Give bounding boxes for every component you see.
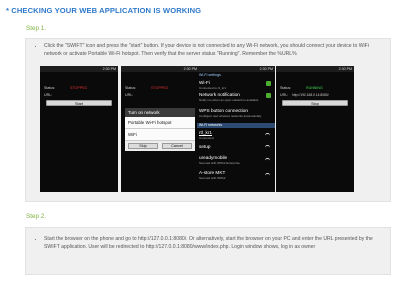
network-item[interactable]: A-store MKT Secured with WPA2 [199,170,273,180]
start-button[interactable]: Start [46,100,112,106]
dialog-title: Turn on network [125,108,195,117]
page-title: * CHECKING YOUR WEB APPLICATION IS WORKI… [6,6,202,15]
network-item[interactable]: ureadymobile Secured with WPA2 Enterpris… [199,155,273,165]
wps-button-row[interactable]: WPS button connection Configure new wire… [199,108,273,118]
status-bar-time: 2:30 PM [276,66,354,72]
status-value: STOPPED [70,86,88,90]
row-subtitle: Notify me when an open network is availa… [199,98,259,102]
menu-item-hotspot[interactable]: Portable Wi-Fi hotspot [125,117,195,129]
phone-screenshot-wifi-settings: 2:30 PM Wi-Fi settings Wi-Fi Connected t… [197,66,275,192]
wifi-signal-icon [265,145,270,150]
network-name: setup [199,144,211,149]
turn-on-network-dialog: Turn on network Portable Wi-Fi hotspot W… [125,108,195,151]
status-value: RUNNING [306,86,323,90]
status-bar-time: 2:30 PM [40,66,118,72]
phone-screenshot-running: 2:30 PM Status: RUNNING URL: http://192.… [276,66,354,192]
status-label: Status: [44,86,56,90]
status-bar-time: 2:30 PM [197,66,275,72]
cancel-button[interactable]: Cancel [162,143,192,149]
network-status: Connected [199,136,214,140]
status-label: Status: [280,86,292,90]
step1-text: Click the "SWIFT" icon and press the "st… [44,42,384,58]
status-label: Status: [125,86,137,90]
url-label: URL: [125,93,134,97]
url-label: URL: [44,93,53,97]
stop-button[interactable]: Stop [282,100,348,106]
checkbox-checked-icon[interactable] [266,81,271,86]
step2-box: Start the browser on the phone and go to… [25,227,391,275]
row-subtitle: Configure new wireless networks automati… [199,114,262,118]
row-subtitle: Connected to rtl_kr1 [199,86,227,90]
phone-screenshot-network-dialog: 2:30 PM Status: STOPPED URL: Turn on net… [121,66,199,192]
network-status: Secured with WPA2 Enterprise [199,161,240,165]
network-notification-row[interactable]: Network notification Notify me when an o… [199,92,273,102]
network-item[interactable]: rtl_kr1 Connected [199,130,273,140]
step2-label: Step 2. [26,213,46,220]
phone-screenshot-start: 2:30 PM Status: STOPPED URL: Start [40,66,118,192]
wifi-signal-icon [265,133,270,138]
menu-item-wifi[interactable]: WiFi [125,129,195,141]
wifi-lock-icon [265,158,270,163]
step1-label: Step 1. [26,25,46,32]
checkbox-checked-icon[interactable] [266,93,271,98]
step2-text: Start the browser on the phone and go to… [44,235,384,251]
wifi-networks-section: Wi-Fi networks [197,123,275,128]
url-label: URL: [280,93,289,97]
status-bar-time: 2:30 PM [121,66,199,72]
skip-button[interactable]: Skip [128,143,158,149]
status-value: STOPPED [151,86,169,90]
network-status: Secured with WPA2 [199,176,226,180]
wifi-toggle-row[interactable]: Wi-Fi Connected to rtl_kr1 [199,80,273,90]
network-item[interactable]: setup [199,144,273,150]
settings-header: Wi-Fi settings [199,73,221,77]
wifi-lock-icon [265,173,270,178]
url-value: http://192.168.0.14:8080/ [292,93,329,97]
